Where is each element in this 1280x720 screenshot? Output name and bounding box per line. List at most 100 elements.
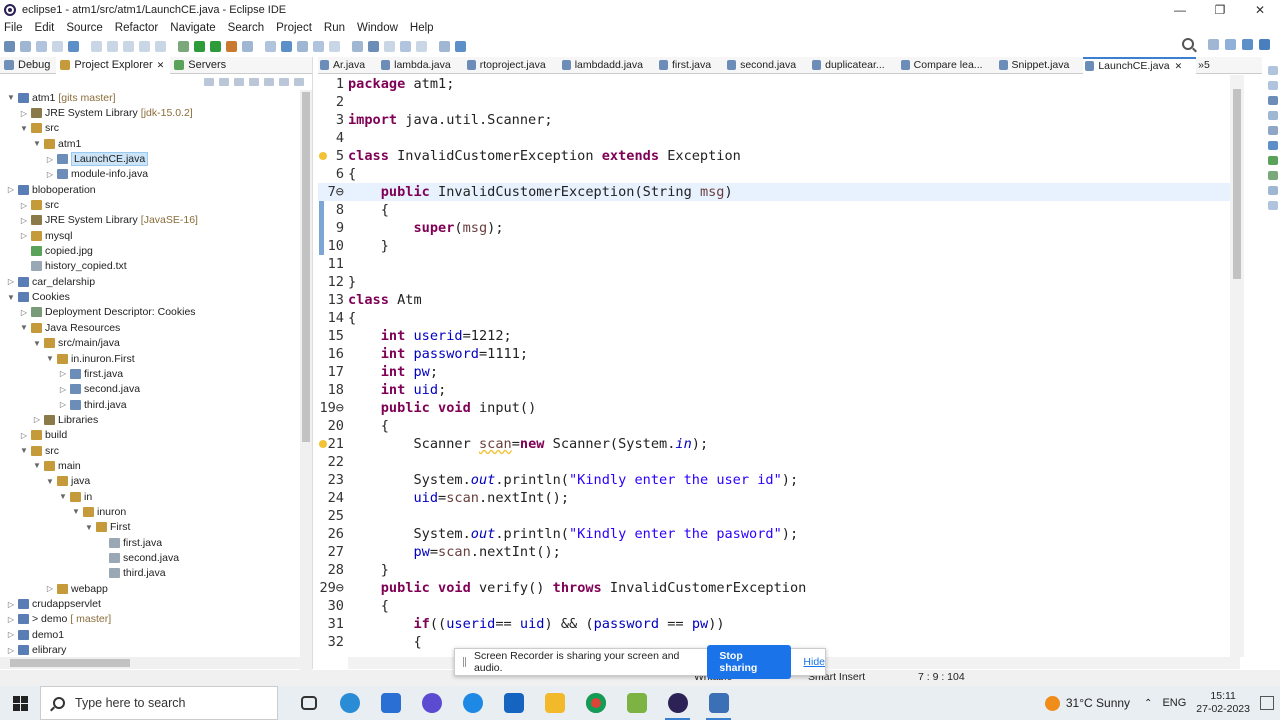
tree-item[interactable]: ▷ mysql (0, 228, 300, 243)
chevron-right-icon[interactable]: ▷ (45, 584, 55, 593)
console-icon[interactable] (1268, 141, 1278, 150)
tree-item[interactable]: ▷ > demo[ master] (0, 612, 300, 627)
chevron-right-icon[interactable]: ▷ (58, 385, 68, 394)
minimize-button[interactable]: — (1160, 0, 1200, 20)
eclipse-app[interactable] (657, 686, 698, 720)
save-icon[interactable] (20, 40, 31, 52)
menu-search[interactable]: Search (228, 22, 264, 34)
servers-icon[interactable] (1268, 156, 1278, 165)
tree-item[interactable]: ▷ JRE System Library [JavaSE-16] (0, 213, 300, 228)
editor-tab[interactable]: »5 (1196, 57, 1224, 74)
tray-chevron-icon[interactable]: ⌃ (1144, 698, 1152, 709)
code-line[interactable]: 18 int uid; (318, 381, 1240, 399)
chevron-down-icon[interactable]: ▼ (45, 477, 55, 486)
chrome-app[interactable] (575, 686, 616, 720)
editor-tab[interactable]: second.java (725, 57, 810, 74)
tree-item[interactable]: ▼ in (0, 489, 300, 504)
snippets-icon[interactable] (1268, 186, 1278, 195)
code-line[interactable]: 25 (318, 507, 1240, 525)
prev-annotation-icon[interactable] (400, 40, 411, 52)
code-line[interactable]: 30 { (318, 597, 1240, 615)
editor-tab[interactable]: Snippet.java (997, 57, 1084, 74)
editor-tab[interactable]: duplicatear... (810, 57, 899, 74)
search-icon[interactable] (1182, 38, 1194, 50)
back-icon[interactable] (204, 78, 214, 86)
editor-tab[interactable]: rtoproject.java (465, 57, 560, 74)
code-line[interactable]: 19⊖ public void input() (318, 399, 1240, 417)
editor-tab[interactable]: first.java (657, 57, 725, 74)
code-line[interactable]: 24 uid=scan.nextInt(); (318, 489, 1240, 507)
code-line[interactable]: 4 (318, 129, 1240, 147)
language-indicator[interactable]: ENG (1162, 697, 1186, 709)
tree-item[interactable]: ▼ atm1 [gits master] (0, 90, 300, 105)
mail-app[interactable] (493, 686, 534, 720)
code-line[interactable]: 22 (318, 453, 1240, 471)
collapse-all-icon[interactable] (249, 78, 259, 86)
tree-item[interactable]: ▷ module-info.java (0, 167, 300, 182)
tree-item[interactable]: ▷ crudappservlet (0, 596, 300, 611)
code-line[interactable]: 27 pw=scan.nextInt(); (318, 543, 1240, 561)
stop-sharing-button[interactable]: Stop sharing (707, 645, 792, 679)
notepadpp-app[interactable] (616, 686, 657, 720)
forward-icon[interactable] (219, 78, 229, 86)
forward-icon[interactable] (439, 40, 450, 52)
step-over-icon[interactable] (178, 40, 189, 52)
code-line[interactable]: 9 super(msg); (318, 219, 1240, 237)
file-explorer-app[interactable] (534, 686, 575, 720)
tree-item[interactable]: ▷ second.java (0, 382, 300, 397)
editor-tab[interactable]: lambdadd.java (560, 57, 657, 74)
tree-item[interactable]: ▷ webapp (0, 581, 300, 596)
perspective-icon[interactable] (1208, 38, 1219, 50)
back-icon[interactable] (416, 40, 427, 52)
edge-app[interactable] (329, 686, 370, 720)
menu-window[interactable]: Window (357, 22, 398, 34)
tree-item[interactable]: ▷ Deployment Descriptor: Cookies (0, 305, 300, 320)
menu-source[interactable]: Source (66, 22, 102, 34)
view-menu-icon[interactable] (294, 78, 304, 86)
filter-icon[interactable] (279, 78, 289, 86)
chevron-right-icon[interactable]: ▷ (19, 231, 29, 240)
editor-tab[interactable]: Ar.java (318, 57, 379, 74)
tree-item[interactable]: ▷ src (0, 197, 300, 212)
debug-skip-icon[interactable] (68, 40, 79, 52)
editor-tab[interactable]: lambda.java (379, 57, 465, 74)
taskbar-search[interactable]: Type here to search (40, 686, 278, 720)
terminal-icon[interactable] (1268, 201, 1278, 210)
run-coverage-icon[interactable] (210, 40, 221, 52)
chevron-right-icon[interactable]: ▷ (6, 600, 16, 609)
tree-item[interactable]: third.java (0, 566, 300, 581)
external-tools-icon[interactable] (226, 40, 237, 52)
tree-item[interactable]: ▼ src/main/java (0, 336, 300, 351)
tree-item[interactable]: ▼ main (0, 458, 300, 473)
chevron-right-icon[interactable]: ▷ (6, 646, 16, 655)
chevron-down-icon[interactable]: ▼ (84, 523, 94, 532)
maximize-view-icon[interactable] (1268, 81, 1278, 90)
code-line[interactable]: 23 System.out.println("Kindly enter the … (318, 471, 1240, 489)
tree-item[interactable]: ▼ src (0, 121, 300, 136)
tab-debug[interactable]: Debug (0, 57, 56, 74)
problems-icon[interactable] (1268, 126, 1278, 135)
close-tab-icon[interactable]: ✕ (157, 60, 165, 71)
code-line[interactable]: 8 { (318, 201, 1240, 219)
tree-item[interactable]: ▷ bloboperation (0, 182, 300, 197)
chevron-right-icon[interactable]: ▷ (45, 155, 55, 164)
tree-item[interactable]: ▼ atm1 (0, 136, 300, 151)
chevron-right-icon[interactable]: ▷ (19, 431, 29, 440)
menu-refactor[interactable]: Refactor (115, 22, 158, 34)
menu-file[interactable]: File (4, 22, 23, 34)
explorer-horizontal-scrollbar[interactable] (0, 657, 300, 669)
code-line[interactable]: 3 import java.util.Scanner; (318, 111, 1240, 129)
code-line[interactable]: 7⊖ public InvalidCustomerException(Strin… (318, 183, 1240, 201)
chevron-right-icon[interactable]: ▷ (19, 216, 29, 225)
notification-icon[interactable] (1260, 696, 1274, 710)
code-line[interactable]: 26 System.out.println("Kindly enter the … (318, 525, 1240, 543)
explorer-vertical-scrollbar[interactable] (300, 90, 312, 670)
resume-icon[interactable] (91, 40, 102, 52)
warning-icon[interactable] (319, 440, 327, 448)
code-line[interactable]: 5 class InvalidCustomerException extends … (318, 147, 1240, 165)
close-tab-icon[interactable]: ✕ (1175, 61, 1183, 72)
code-line[interactable]: 29⊖ public void verify() throws InvalidC… (318, 579, 1240, 597)
tree-item[interactable]: ▷ first.java (0, 366, 300, 381)
chevron-down-icon[interactable]: ▼ (32, 461, 42, 470)
chevron-right-icon[interactable]: ▷ (19, 308, 29, 317)
